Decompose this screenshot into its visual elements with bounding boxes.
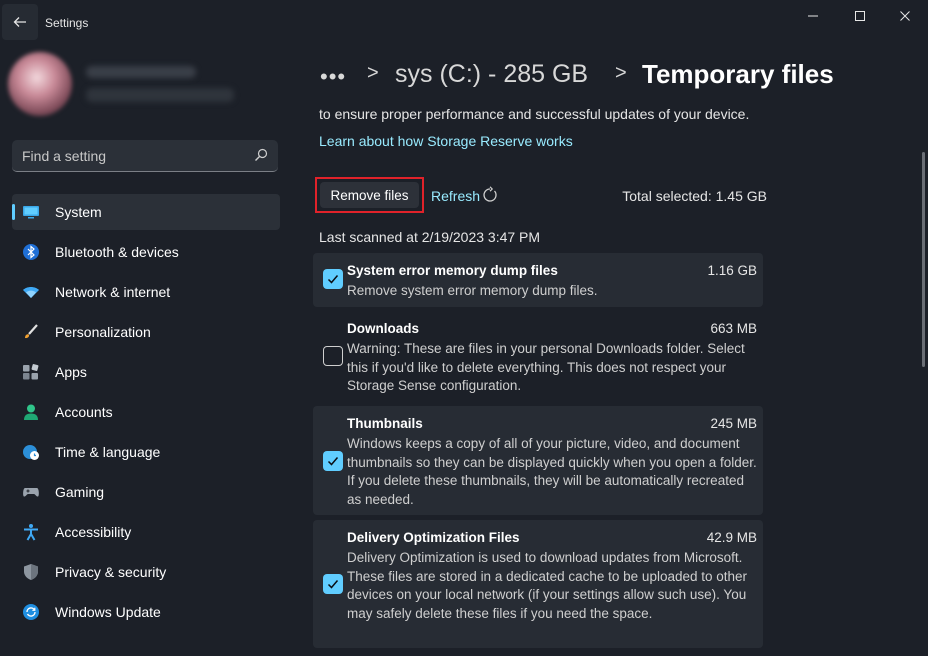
sidebar-item-label: Accessibility xyxy=(55,524,132,540)
file-category-downloads[interactable]: Downloads 663 MB Warning: These are file… xyxy=(313,311,763,401)
total-selected: Total selected: 1.45 GB xyxy=(622,188,767,204)
sidebar-item-label: Privacy & security xyxy=(55,564,167,580)
file-category-thumbnails[interactable]: Thumbnails 245 MB Windows keeps a copy o… xyxy=(313,406,763,515)
sidebar-item-label: Accounts xyxy=(55,404,113,420)
breadcrumb-separator: > xyxy=(615,62,627,84)
back-arrow-icon xyxy=(13,17,26,27)
file-category-title: Delivery Optimization Files xyxy=(347,530,520,545)
sidebar-item-network[interactable]: Network & internet xyxy=(12,274,280,310)
file-category-description: Delivery Optimization is used to downloa… xyxy=(347,550,748,621)
title-bar: Settings xyxy=(0,0,928,46)
system-icon xyxy=(23,206,39,219)
sidebar-item-windows-update[interactable]: Windows Update xyxy=(12,594,280,630)
sidebar-item-accounts[interactable]: Accounts xyxy=(12,394,280,430)
refresh-icon[interactable] xyxy=(481,186,499,204)
minimize-button[interactable] xyxy=(790,0,836,32)
sidebar-item-accessibility[interactable]: Accessibility xyxy=(12,514,280,550)
sidebar-item-apps[interactable]: Apps xyxy=(12,354,280,390)
storage-reserve-text: to ensure proper performance and success… xyxy=(319,106,750,122)
maximize-button[interactable] xyxy=(837,0,883,32)
close-button[interactable] xyxy=(882,0,928,32)
brush-icon xyxy=(25,324,38,339)
remove-files-highlight: Remove files xyxy=(315,177,424,213)
scrollbar[interactable] xyxy=(922,152,925,367)
sidebar-item-time-language[interactable]: Time & language xyxy=(12,434,280,470)
bluetooth-icon xyxy=(23,244,39,260)
file-category-description: Windows keeps a copy of all of your pict… xyxy=(347,436,757,507)
app-title: Settings xyxy=(45,16,89,30)
sidebar-item-label: Bluetooth & devices xyxy=(55,244,179,260)
sidebar-item-system[interactable]: System xyxy=(12,194,280,230)
sidebar-item-label: Network & internet xyxy=(55,284,171,300)
globe-clock-icon xyxy=(23,445,39,460)
user-profile[interactable] xyxy=(8,52,238,116)
file-category-delivery-optimization[interactable]: Delivery Optimization Files 42.9 MB Deli… xyxy=(313,520,763,648)
file-category-size: 42.9 MB xyxy=(706,530,757,545)
search-input[interactable] xyxy=(12,140,242,171)
file-category-title: Thumbnails xyxy=(347,416,423,431)
shield-icon xyxy=(24,564,38,580)
file-category-description: Remove system error memory dump files. xyxy=(347,283,598,298)
checkmark-icon xyxy=(327,275,339,284)
maximize-icon xyxy=(855,11,865,21)
file-category-description: Warning: These are files in your persona… xyxy=(347,341,745,393)
sidebar-item-label: Personalization xyxy=(55,324,151,340)
downloads-checkbox[interactable] xyxy=(323,346,343,366)
back-button[interactable] xyxy=(2,4,38,40)
refresh-link[interactable]: Refresh xyxy=(431,188,480,204)
sidebar-item-personalization[interactable]: Personalization xyxy=(12,314,280,350)
sidebar-nav: System Bluetooth & devices Network & int… xyxy=(12,194,280,634)
search-box[interactable] xyxy=(12,140,278,172)
memory-dump-checkbox[interactable] xyxy=(323,269,343,289)
network-icon xyxy=(23,287,39,298)
sidebar-item-label: Apps xyxy=(55,364,87,380)
minimize-icon xyxy=(808,15,818,17)
breadcrumb-item-drive[interactable]: sys (C:) - 285 GB xyxy=(395,60,588,89)
remove-files-button[interactable]: Remove files xyxy=(320,182,419,208)
gamepad-icon xyxy=(23,488,39,497)
file-category-size: 1.16 GB xyxy=(707,263,757,278)
sidebar-item-bluetooth[interactable]: Bluetooth & devices xyxy=(12,234,280,270)
storage-reserve-link[interactable]: Learn about how Storage Reserve works xyxy=(319,133,573,149)
file-category-size: 663 MB xyxy=(710,321,757,336)
delivery-optimization-checkbox[interactable] xyxy=(323,574,343,594)
breadcrumb-overflow-button[interactable]: ••• xyxy=(320,64,346,90)
sidebar-item-label: System xyxy=(55,204,102,220)
avatar xyxy=(8,52,72,116)
blurred-username xyxy=(86,66,196,78)
file-category-size: 245 MB xyxy=(710,416,757,431)
accounts-icon xyxy=(24,404,38,420)
sidebar-item-privacy-security[interactable]: Privacy & security xyxy=(12,554,280,590)
checkmark-icon xyxy=(327,580,339,589)
file-category-title: Downloads xyxy=(347,321,420,336)
breadcrumb-separator: > xyxy=(367,62,379,84)
checkmark-icon xyxy=(327,457,339,466)
apps-icon xyxy=(23,364,39,380)
close-icon xyxy=(900,11,910,21)
thumbnails-checkbox[interactable] xyxy=(323,451,343,471)
sidebar-item-gaming[interactable]: Gaming xyxy=(12,474,280,510)
file-category-memory-dump[interactable]: System error memory dump files 1.16 GB R… xyxy=(313,253,763,307)
accessibility-icon xyxy=(24,524,38,541)
update-icon xyxy=(23,604,39,620)
sidebar-item-label: Time & language xyxy=(55,444,161,460)
file-category-title: System error memory dump files xyxy=(347,263,558,278)
sidebar-item-label: Gaming xyxy=(55,484,105,500)
sidebar-item-label: Windows Update xyxy=(55,604,161,620)
search-icon[interactable] xyxy=(254,148,268,162)
blurred-email xyxy=(86,88,234,102)
page-title: Temporary files xyxy=(642,59,834,89)
last-scanned: Last scanned at 2/19/2023 3:47 PM xyxy=(319,229,541,245)
